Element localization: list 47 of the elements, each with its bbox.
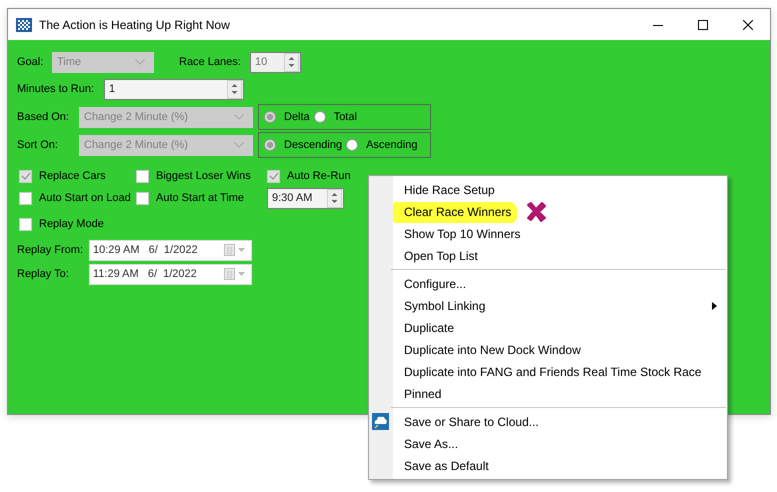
date-time-field[interactable]: 10:29 AM 6/ 1/2022: [89, 240, 252, 260]
menu-item[interactable]: Save as Default: [404, 459, 489, 473]
menu-item[interactable]: Save As...: [404, 437, 458, 451]
checkbox[interactable]: Auto Start on Load: [19, 189, 136, 207]
dropdown-chevron-icon: [234, 114, 244, 120]
menu-item[interactable]: Show Top 10 Winners: [404, 227, 521, 241]
window-title: The Action is Heating Up Right Now: [39, 18, 231, 32]
dropdown-chevron-icon: [135, 59, 145, 65]
field-label: Replay From:: [17, 244, 84, 256]
checkbox[interactable]: Biggest Loser Wins: [136, 167, 267, 185]
spinner-arrows-icon[interactable]: [227, 80, 242, 98]
menu-item[interactable]: Clear Race Winners: [393, 202, 518, 222]
spinner-arrows-icon[interactable]: [327, 188, 342, 208]
menu-item[interactable]: Open Top List: [404, 249, 478, 263]
field-label: Goal:: [17, 56, 44, 68]
field-value: 1: [108, 83, 116, 95]
checkmark-icon: [20, 172, 30, 180]
field-label: Replay To:: [17, 268, 70, 280]
menu-item[interactable]: Symbol Linking: [404, 299, 486, 313]
checkbox[interactable]: Replay Mode: [19, 215, 104, 233]
field-value: 10:29 AM 6/ 1/2022: [93, 244, 199, 256]
menu-item[interactable]: Duplicate into New Dock Window: [404, 343, 581, 357]
field-label: Sort On:: [17, 139, 59, 151]
checkmark-icon: [268, 172, 278, 180]
close-icon: [742, 20, 752, 30]
menu-item[interactable]: Hide Race Setup: [404, 183, 495, 197]
checkered-flag-icon: [16, 18, 32, 32]
checkbox[interactable]: Auto Re-Run: [267, 167, 367, 185]
date-time-field[interactable]: 11:29 AM 6/ 1/2022: [89, 264, 252, 284]
checkbox[interactable]: Auto Start at Time: [136, 189, 267, 207]
menu-item[interactable]: Pinned: [404, 387, 442, 401]
field-label: Minutes to Run:: [17, 83, 96, 95]
menu-item[interactable]: Duplicate: [404, 321, 454, 335]
dropdown-chevron-icon: [234, 142, 244, 148]
time-field[interactable]: 9:30 AM: [267, 188, 344, 208]
field-label: Based On:: [17, 111, 70, 123]
number-field[interactable]: 1: [104, 78, 244, 100]
menu-item[interactable]: Duplicate into FANG and Friends Real Time Stock Race: [404, 365, 702, 379]
field-value: 10: [254, 56, 268, 68]
cloud-icon: [372, 413, 389, 430]
field-label: Race Lanes:: [179, 56, 242, 68]
maximize-icon: [698, 20, 708, 30]
checkbox[interactable]: Replace Cars: [19, 167, 136, 185]
field-value: 9:30 AM: [271, 192, 314, 204]
menu-item[interactable]: Configure...: [404, 277, 466, 291]
menu-item[interactable]: Save or Share to Cloud...: [404, 415, 539, 429]
field-value: 11:29 AM 6/ 1/2022: [93, 268, 198, 280]
